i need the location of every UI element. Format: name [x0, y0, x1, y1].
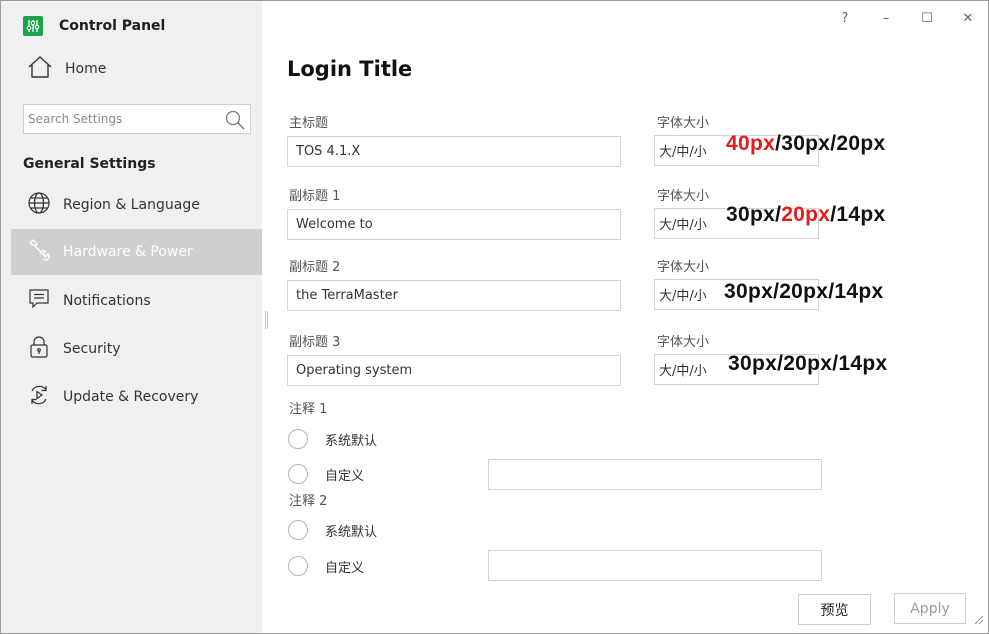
note-2-custom-radio[interactable] — [288, 556, 308, 576]
sidebar-item-security[interactable]: Security — [11, 326, 262, 372]
note-1-label: 注释 1 — [289, 402, 328, 417]
app-header: Control Panel — [23, 15, 165, 37]
pane-splitter[interactable] — [265, 311, 268, 329]
subtitle-3-label: 副标题 3 — [289, 335, 341, 350]
subtitle-1-input[interactable]: Welcome to — [287, 209, 621, 240]
refresh-icon — [27, 383, 51, 411]
subtitle-3-input[interactable]: Operating system — [287, 355, 621, 386]
sidebar-item-update-recovery[interactable]: Update & Recovery — [11, 374, 262, 420]
size-annotation-3: 30px/20px/14px — [724, 280, 884, 303]
sidebar-item-hardware-power[interactable]: Hardware & Power — [11, 229, 262, 275]
sidebar-item-label: Region & Language — [63, 197, 200, 213]
note-2-label: 注释 2 — [289, 494, 328, 509]
message-icon — [27, 287, 51, 315]
sidebar: Control Panel Home General Settings — [1, 1, 262, 633]
home-icon — [27, 55, 53, 83]
sidebar-home-label: Home — [65, 61, 107, 77]
sidebar-item-home[interactable]: Home — [1, 49, 262, 89]
subtitle-2-input[interactable]: the TerraMaster — [287, 280, 621, 311]
sidebar-item-label: Security — [63, 341, 121, 357]
sidebar-item-label: Notifications — [63, 293, 151, 309]
main-title-input[interactable]: TOS 4.1.X — [287, 136, 621, 167]
sidebar-item-label: Hardware & Power — [63, 244, 193, 260]
close-button[interactable]: ✕ — [954, 7, 982, 29]
note-1-custom-radio[interactable] — [288, 464, 308, 484]
section-title: General Settings — [23, 156, 156, 172]
control-panel-window: Control Panel Home General Settings — [0, 0, 989, 634]
note-1-default-label: 系统默认 — [325, 434, 378, 449]
apply-button[interactable]: Apply — [894, 593, 966, 624]
resize-grip-icon[interactable] — [972, 610, 984, 629]
sidebar-item-region-language[interactable]: Region & Language — [11, 182, 262, 228]
size-value: 大/中/小 — [659, 145, 707, 160]
note-2-custom-label: 自定义 — [325, 561, 365, 576]
main-title-label: 主标题 — [289, 116, 329, 131]
font-size-label: 字体大小 — [657, 335, 710, 350]
app-logo-icon — [23, 16, 43, 36]
sidebar-item-notifications[interactable]: Notifications — [11, 278, 262, 324]
search-icon[interactable] — [224, 109, 246, 135]
search-box[interactable] — [23, 104, 251, 134]
note-1-default-radio[interactable] — [288, 429, 308, 449]
preview-button[interactable]: 预览 — [798, 594, 871, 625]
subtitle-2-label: 副标题 2 — [289, 260, 341, 275]
size-value: 大/中/小 — [659, 218, 707, 233]
globe-icon — [27, 191, 51, 219]
subtitle-1-label: 副标题 1 — [289, 189, 341, 204]
sidebar-item-label: Update & Recovery — [63, 389, 199, 405]
search-input[interactable] — [28, 112, 218, 126]
size-annotation-4: 30px/20px/14px — [728, 352, 888, 375]
note-2-custom-input[interactable] — [488, 550, 822, 581]
app-title: Control Panel — [59, 18, 166, 34]
page-title: Login Title — [287, 57, 413, 81]
lock-icon — [27, 335, 51, 363]
note-1-custom-input[interactable] — [488, 459, 822, 490]
maximize-button[interactable]: ☐ — [913, 7, 941, 29]
minimize-button[interactable]: – — [872, 7, 900, 29]
note-1-custom-label: 自定义 — [325, 469, 365, 484]
size-annotation-1: 40px/30px/20px — [726, 132, 886, 155]
size-value: 大/中/小 — [659, 364, 707, 379]
font-size-label: 字体大小 — [657, 116, 710, 131]
font-size-label: 字体大小 — [657, 189, 710, 204]
help-button[interactable]: ? — [831, 7, 859, 29]
size-annotation-2: 30px/20px/14px — [726, 203, 886, 226]
font-size-label: 字体大小 — [657, 260, 710, 275]
note-2-default-label: 系统默认 — [325, 525, 378, 540]
note-2-default-radio[interactable] — [288, 520, 308, 540]
size-value: 大/中/小 — [659, 289, 707, 304]
wrench-icon — [27, 238, 51, 266]
